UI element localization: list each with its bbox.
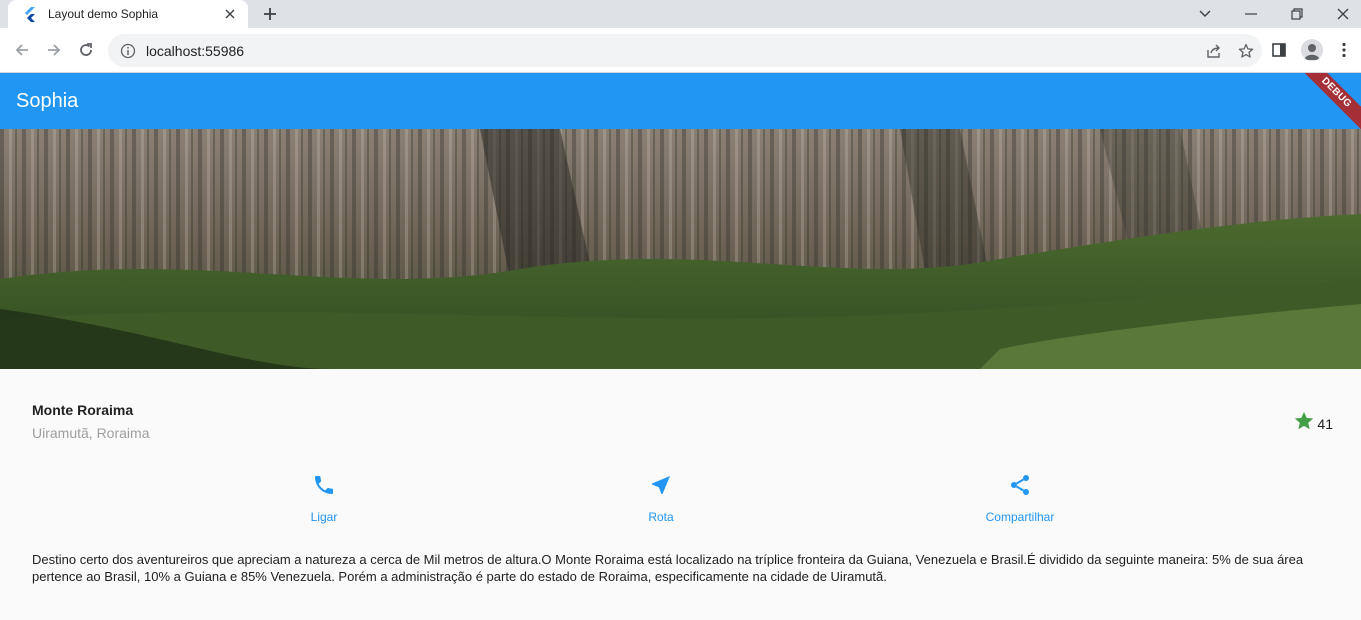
- hero-image: [0, 129, 1361, 369]
- route-label: Rota: [648, 510, 674, 524]
- browser-tab[interactable]: Layout demo Sophia: [8, 0, 248, 28]
- bookmark-star-icon[interactable]: [1230, 37, 1262, 65]
- debug-banner: DEBUG: [1291, 73, 1361, 129]
- share-page-icon[interactable]: [1198, 37, 1230, 65]
- minimize-icon[interactable]: [1228, 0, 1274, 28]
- back-icon[interactable]: [8, 36, 36, 64]
- flutter-favicon-icon: [22, 6, 38, 22]
- tab-title: Layout demo Sophia: [48, 7, 159, 21]
- new-tab-icon[interactable]: [258, 3, 282, 25]
- share-button[interactable]: Compartilhar: [970, 473, 1070, 524]
- browser-menu-icon[interactable]: [1330, 36, 1358, 64]
- description-text: Destino certo dos aventureiros que aprec…: [32, 552, 1304, 584]
- phone-icon: [312, 473, 336, 502]
- side-panel-icon[interactable]: [1265, 36, 1293, 64]
- url-text: localhost:55986: [146, 42, 245, 59]
- place-location: Uiramutã, Roraima: [32, 425, 150, 441]
- app-title: Sophia: [16, 90, 79, 112]
- profile-icon: [1301, 39, 1323, 61]
- browser-toolbar: localhost:55986: [0, 28, 1361, 73]
- share-icon: [1008, 473, 1032, 502]
- navigation-icon: [649, 473, 673, 502]
- reload-icon[interactable]: [72, 36, 100, 64]
- profile-avatar[interactable]: [1298, 36, 1326, 64]
- close-window-icon[interactable]: [1320, 0, 1361, 28]
- star-icon: [1293, 410, 1315, 437]
- share-label: Compartilhar: [985, 510, 1055, 524]
- rating-count: 41: [1317, 415, 1333, 432]
- browser-tabstrip: Layout demo Sophia: [0, 0, 1361, 28]
- address-bar[interactable]: localhost:55986: [108, 34, 1262, 67]
- site-info-icon[interactable]: [120, 43, 136, 59]
- close-tab-icon[interactable]: [222, 6, 238, 22]
- rating: 41: [1293, 410, 1333, 437]
- route-button[interactable]: Rota: [611, 473, 711, 524]
- call-button[interactable]: Ligar: [274, 473, 374, 524]
- app-bar: Sophia DEBUG: [0, 73, 1361, 129]
- title-section: Monte Roraima Uiramutã, Roraima 41: [32, 400, 1333, 444]
- place-name: Monte Roraima: [32, 402, 134, 418]
- forward-icon[interactable]: [40, 36, 68, 64]
- call-label: Ligar: [310, 510, 338, 524]
- button-section: Ligar Rota Compartilhar: [0, 473, 1361, 524]
- tab-search-icon[interactable]: [1182, 0, 1228, 28]
- restore-icon[interactable]: [1274, 0, 1320, 28]
